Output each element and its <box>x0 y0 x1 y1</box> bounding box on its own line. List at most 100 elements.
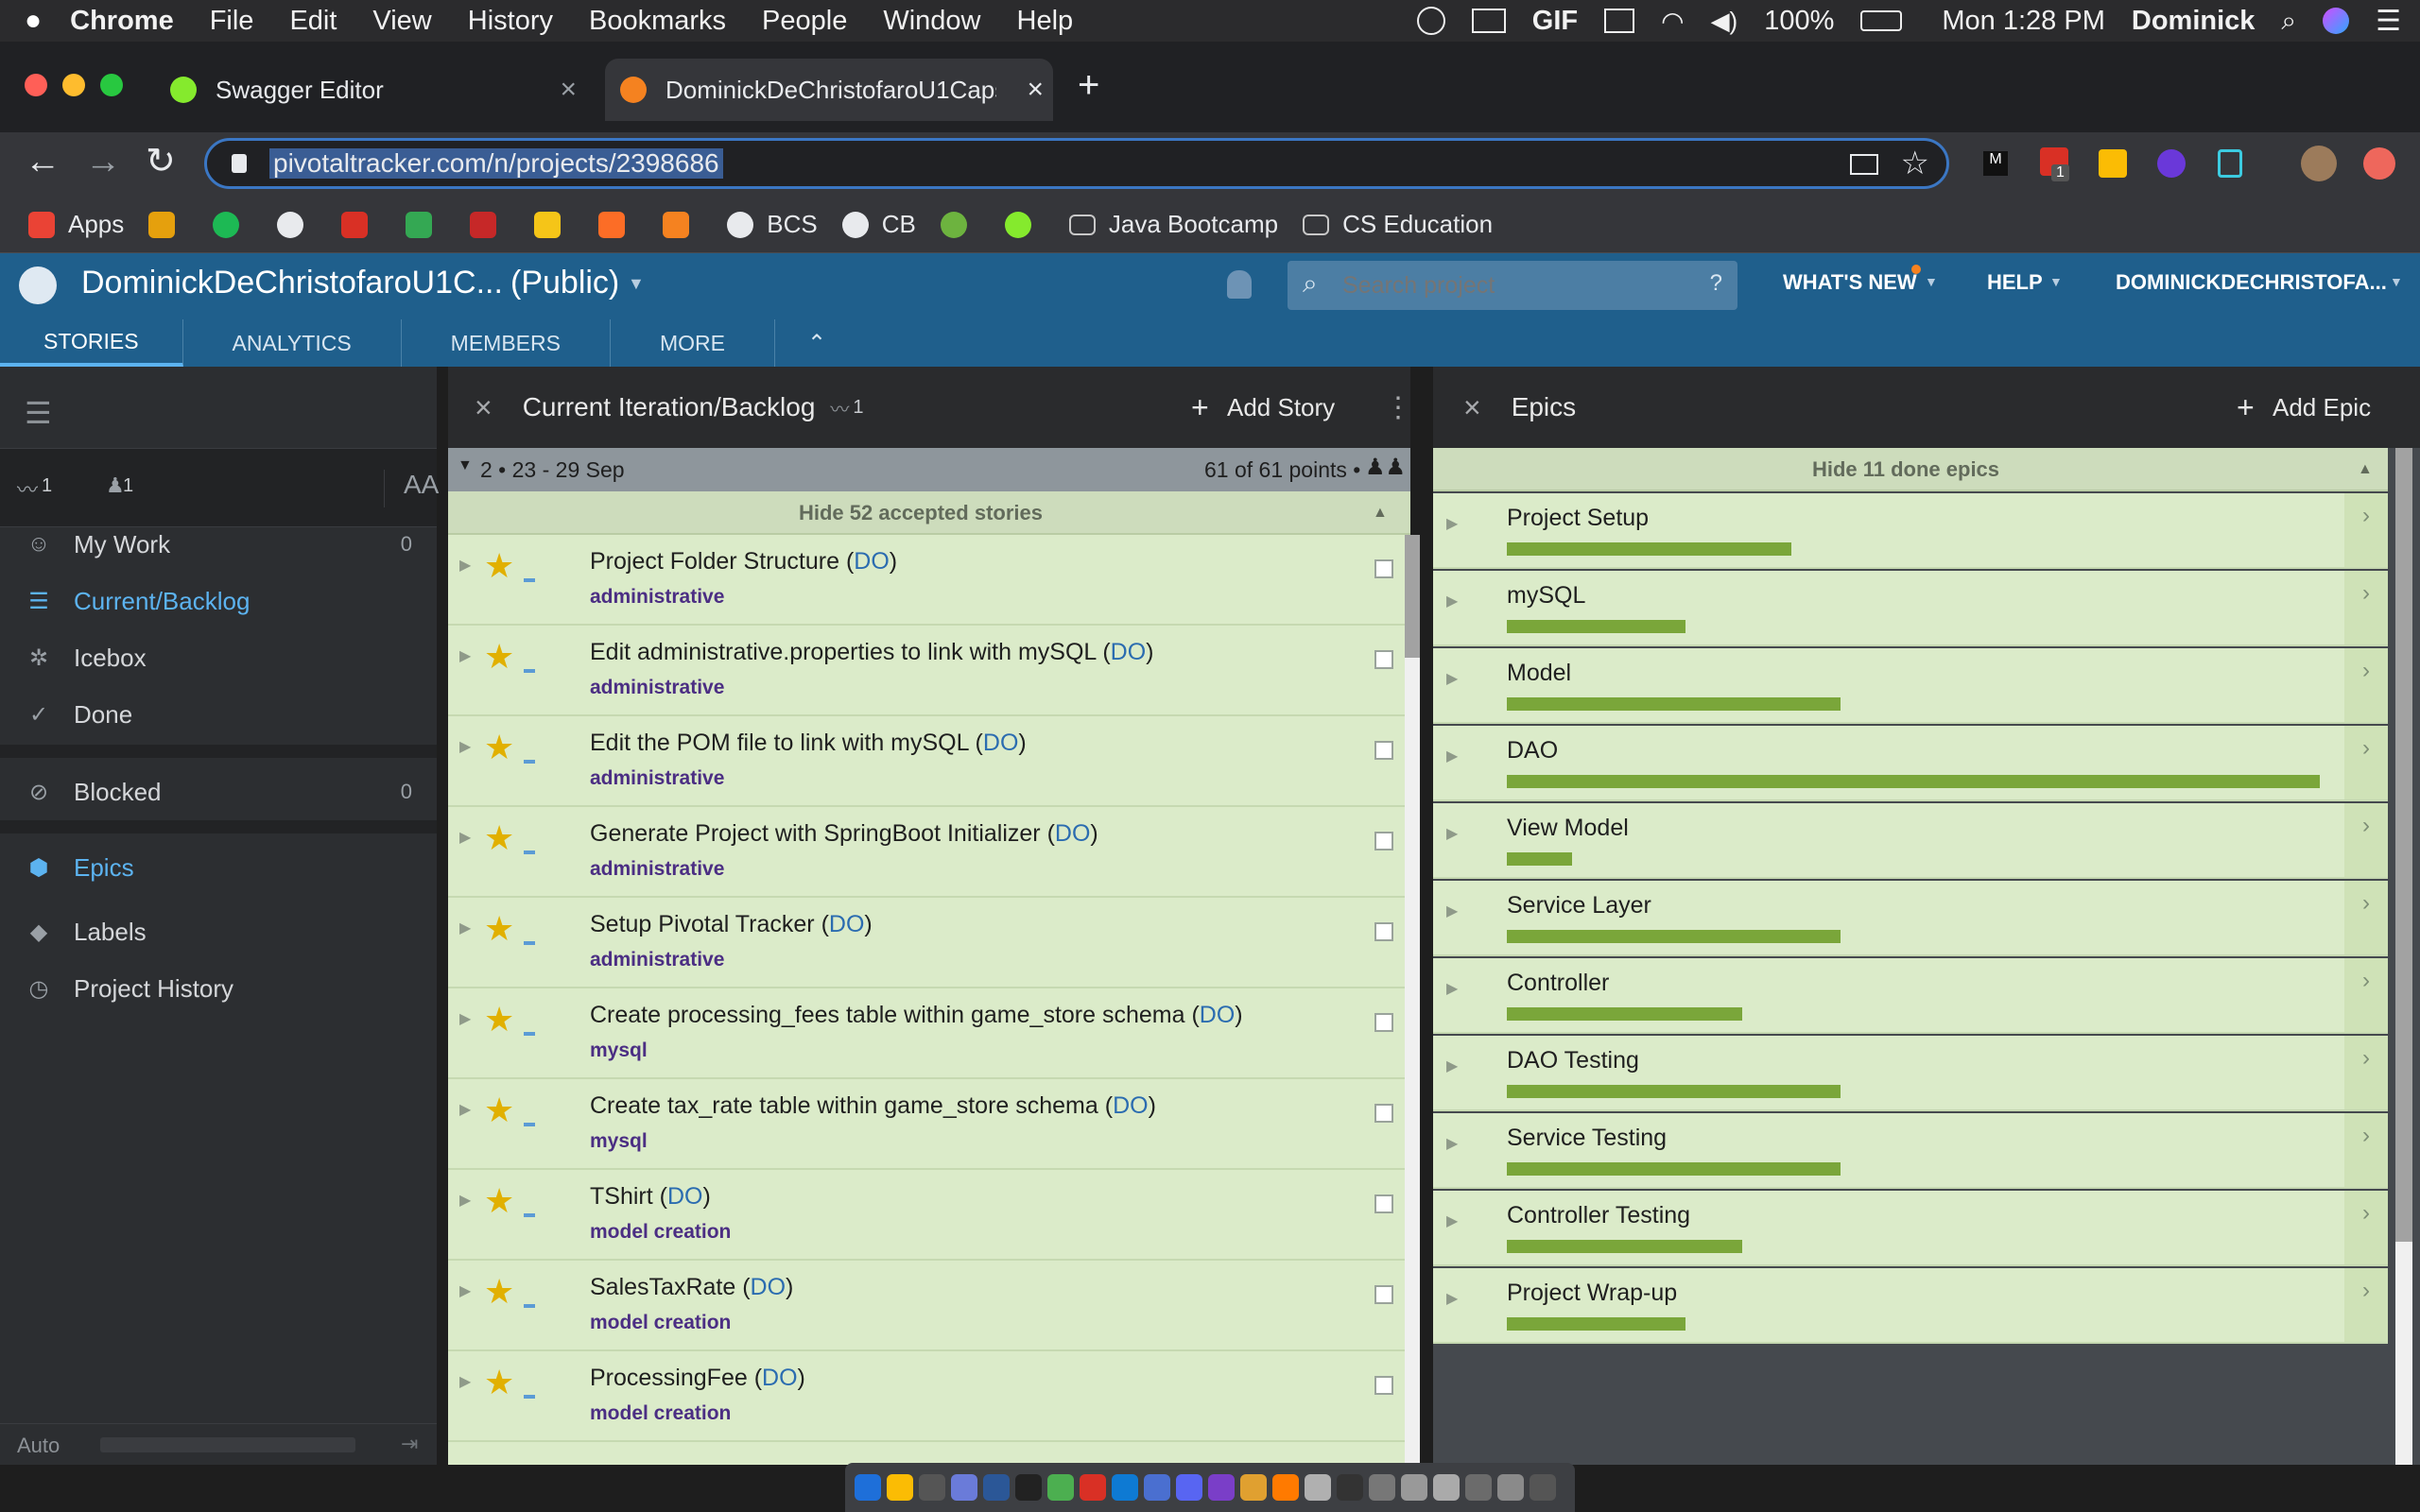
story-row[interactable]: ▶ ★ Edit the POM file to link with mySQL (… <box>448 716 1410 807</box>
add-story-button[interactable]: Add Story <box>1227 393 1335 422</box>
font-size-toggle[interactable]: AA <box>384 470 439 507</box>
plus-icon[interactable]: + <box>2237 390 2255 425</box>
story-row[interactable]: ▶ ★ ProcessingFee (DO) model creation <box>448 1351 1410 1442</box>
bookmark-3[interactable] <box>277 211 317 238</box>
story-row[interactable]: ▶ ★ SalesTaxRate (DO) model creation <box>448 1261 1410 1351</box>
sidebar-item-epics[interactable]: ⬢ Epics <box>0 839 437 896</box>
backlog-scroll-thumb[interactable] <box>1405 535 1420 658</box>
iteration-header[interactable]: ▼ 2 • 23 - 29 Sep 61 of 61 points • ♟♟ <box>448 448 1410 491</box>
search-project-field[interactable]: ⌕ ? <box>1288 261 1737 310</box>
chevron-right-icon[interactable]: › <box>2344 726 2388 799</box>
story-owner[interactable]: DO <box>1055 820 1091 847</box>
dock-app-icon[interactable] <box>1401 1474 1427 1501</box>
cast-icon[interactable] <box>1850 154 1878 175</box>
stack-icon[interactable] <box>1471 9 1506 33</box>
expand-triangle-icon[interactable]: ▶ <box>459 646 471 665</box>
expand-triangle-icon[interactable]: ▶ <box>459 1281 471 1300</box>
story-row[interactable]: ▶ ★ Setup Pivotal Tracker (DO) administrati… <box>448 898 1410 988</box>
dock-app-icon[interactable] <box>1080 1474 1106 1501</box>
expand-triangle-icon[interactable]: ▶ <box>1446 1211 1458 1230</box>
hide-done-epics-bar[interactable]: Hide 11 done epics ▲ <box>1433 448 2388 491</box>
star-icon[interactable]: ☆ <box>1901 145 1929 182</box>
story-select-checkbox[interactable] <box>1374 1194 1393 1213</box>
chevron-right-icon[interactable]: › <box>2344 881 2388 954</box>
address-bar[interactable]: pivotaltracker.com/n/projects/2398686 ☆ <box>204 138 1949 189</box>
story-select-checkbox[interactable] <box>1374 559 1393 578</box>
dock-app-icon[interactable] <box>1272 1474 1299 1501</box>
story-row[interactable]: ▶ ★ Create processing_fees table within ga… <box>448 988 1410 1079</box>
story-row[interactable] <box>448 1442 1410 1465</box>
menu-bookmarks[interactable]: Bookmarks <box>589 6 726 37</box>
chevron-right-icon[interactable]: › <box>2344 958 2388 1032</box>
story-label[interactable]: model creation <box>590 1312 731 1334</box>
dock-app-icon[interactable] <box>887 1474 913 1501</box>
sidebar-menu-icon[interactable]: ☰ <box>25 395 52 431</box>
dock-app-icon[interactable] <box>1305 1474 1331 1501</box>
dock-app-icon[interactable] <box>951 1474 977 1501</box>
menu-history[interactable]: History <box>468 6 553 37</box>
epic-row[interactable]: ▶ mySQL › <box>1433 571 2388 646</box>
story-owner[interactable]: DO <box>1200 1002 1236 1028</box>
story-label[interactable]: model creation <box>590 1221 731 1244</box>
chevron-down-icon[interactable]: ▼ <box>1925 274 1938 289</box>
story-owner[interactable]: DO <box>751 1274 786 1300</box>
sidebar-item-my-work[interactable]: ☺ My Work 0 <box>0 516 437 573</box>
story-select-checkbox[interactable] <box>1374 650 1393 669</box>
notification-center-icon[interactable]: ☰ <box>2376 5 2401 38</box>
whats-new-menu[interactable]: WHAT'S NEW <box>1783 270 1917 295</box>
menu-help[interactable]: Help <box>1017 6 1074 37</box>
collapse-sidebar-icon[interactable]: ⇥ <box>401 1432 418 1456</box>
menu-edit[interactable]: Edit <box>289 6 337 37</box>
spotlight-icon[interactable]: ⌕ <box>2281 6 2296 37</box>
backlog-scrollbar[interactable] <box>1405 535 1420 1465</box>
epic-row[interactable]: ▶ Project Setup › <box>1433 493 2388 569</box>
auto-width-toggle[interactable]: Auto <box>17 1434 60 1458</box>
expand-triangle-icon[interactable]: ▶ <box>459 737 471 756</box>
expand-triangle-icon[interactable]: ▶ <box>1446 1134 1458 1153</box>
sidebar-item-blocked[interactable]: ⊘ Blocked 0 <box>0 764 437 820</box>
bookmark-1[interactable] <box>148 211 188 238</box>
dock-app-icon[interactable] <box>1337 1474 1363 1501</box>
tracker-logo-icon[interactable] <box>19 266 57 304</box>
close-panel-icon[interactable]: × <box>1463 390 1481 425</box>
back-button[interactable]: ← <box>25 142 60 182</box>
story-label[interactable]: administrative <box>590 858 724 881</box>
url-text[interactable]: pivotaltracker.com/n/projects/2398686 <box>269 148 723 179</box>
story-owner[interactable]: DO <box>829 911 865 937</box>
dock-app-icon[interactable] <box>1176 1474 1202 1501</box>
chevron-right-icon[interactable]: › <box>2344 1113 2388 1187</box>
story-label[interactable]: administrative <box>590 949 724 971</box>
expand-triangle-icon[interactable]: ▶ <box>459 919 471 937</box>
bookmark-5[interactable] <box>406 211 445 238</box>
menubar-app-name[interactable]: Chrome <box>70 6 174 37</box>
chevron-right-icon[interactable]: › <box>2344 571 2388 644</box>
help-menu[interactable]: HELP <box>1987 270 2043 295</box>
bookmark-2[interactable] <box>213 211 252 238</box>
dock-app-icon[interactable] <box>1015 1474 1042 1501</box>
window-close-button[interactable] <box>25 74 47 96</box>
epic-row[interactable]: ▶ Service Testing › <box>1433 1113 2388 1189</box>
menu-window[interactable]: Window <box>883 6 980 37</box>
gif-status[interactable]: GIF <box>1532 6 1578 37</box>
extension-owl-icon[interactable] <box>2218 149 2242 178</box>
panel-menu-icon[interactable]: ⋮ <box>1384 391 1412 424</box>
collapse-triangle-icon[interactable]: ▼ <box>458 457 473 474</box>
tab-more[interactable]: MORE <box>611 319 775 367</box>
sidebar-item-icebox[interactable]: ✲ Icebox <box>0 629 437 686</box>
bookmark-15[interactable]: CS Education <box>1303 210 1493 239</box>
close-icon[interactable]: × <box>1027 74 1044 106</box>
story-owner[interactable]: DO <box>983 730 1019 756</box>
battery-percent[interactable]: 100% <box>1764 6 1834 37</box>
dock-app-icon[interactable] <box>1530 1474 1556 1501</box>
bookmark-7[interactable] <box>534 211 574 238</box>
story-select-checkbox[interactable] <box>1374 1376 1393 1395</box>
search-help-icon[interactable]: ? <box>1710 270 1722 297</box>
story-row[interactable]: ▶ ★ Create tax_rate table within game_stor… <box>448 1079 1410 1170</box>
menu-file[interactable]: File <box>210 6 254 37</box>
plus-icon[interactable]: + <box>1191 390 1209 425</box>
epics-scroll-thumb[interactable] <box>2395 448 2412 1242</box>
sidebar-item-labels[interactable]: ◆ Labels <box>0 903 437 960</box>
dock-app-icon[interactable] <box>1047 1474 1074 1501</box>
dock-app-icon[interactable] <box>983 1474 1010 1501</box>
tab-swagger-editor[interactable]: Swagger Editor × <box>151 59 586 121</box>
